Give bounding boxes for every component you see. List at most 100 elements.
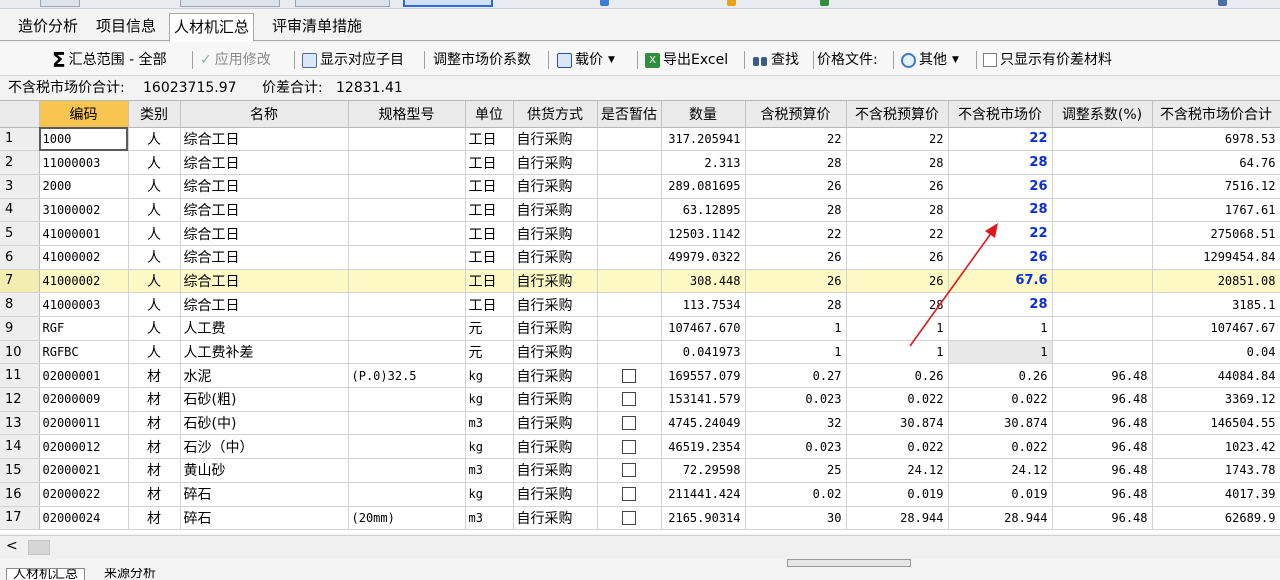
cell-unit[interactable]: 工日 — [465, 127, 514, 152]
cell-code[interactable]: 02000024 — [39, 506, 129, 531]
cell-tax-budget[interactable]: 28 — [745, 198, 847, 223]
cell-category[interactable]: 人 — [128, 316, 181, 341]
cell-spec[interactable] — [348, 292, 466, 317]
cell-code[interactable]: RGFBC — [39, 340, 129, 365]
cell-tax-budget[interactable]: 32 — [745, 411, 847, 436]
row-number[interactable]: 16 — [0, 482, 40, 507]
cell-category[interactable]: 材 — [128, 434, 181, 460]
load-price-button[interactable]: 载价 ▼ — [557, 49, 615, 71]
cell-adjust-coef[interactable]: 96.48 — [1052, 482, 1153, 507]
cell-adjust-coef[interactable] — [1052, 340, 1153, 365]
tab-cost-analysis[interactable]: 造价分析 — [14, 13, 82, 41]
cell-provisional[interactable] — [597, 127, 662, 152]
cell-spec[interactable] — [348, 387, 466, 412]
cell-tax-budget[interactable]: 22 — [745, 221, 847, 246]
cell-category[interactable]: 材 — [128, 411, 181, 436]
cell-supply[interactable]: 自行采购 — [513, 221, 598, 246]
cell-market-price[interactable]: 26 — [948, 174, 1053, 199]
table-row[interactable]: 13 02000011 材石砂(中) m3 自行采购 4745.24049 32 30.874… — [0, 411, 1280, 436]
table-row[interactable]: 4 31000002 人综合工日 工日 自行采购 63.12895 28 28 28 1767.6… — [0, 198, 1280, 223]
cell-supply[interactable]: 自行采购 — [513, 458, 598, 483]
cell-tax-budget[interactable]: 28 — [745, 292, 847, 317]
cell-supply[interactable]: 自行采购 — [513, 340, 598, 365]
cell-category[interactable]: 人 — [128, 269, 181, 294]
cell-unit[interactable]: 工日 — [465, 221, 514, 246]
cell-provisional[interactable] — [597, 292, 662, 317]
row-number[interactable]: 4 — [0, 198, 40, 223]
cell-provisional[interactable] — [597, 150, 662, 175]
cell-tax-budget[interactable]: 0.023 — [745, 434, 847, 460]
cell-market-total[interactable]: 1743.78 — [1152, 458, 1280, 483]
column-header-category[interactable]: 类别 — [128, 101, 181, 128]
cell-provisional[interactable] — [597, 269, 662, 294]
cell-category[interactable]: 材 — [128, 363, 181, 389]
cell-market-total[interactable]: 7516.12 — [1152, 174, 1280, 199]
table-row[interactable]: 7 41000002 人综合工日 工日 自行采购 308.448 26 26 67.6 20851… — [0, 269, 1280, 294]
scroll-left-icon[interactable]: < — [6, 538, 18, 554]
column-header-notax-budget[interactable]: 不含税预算价 — [846, 101, 949, 128]
cell-adjust-coef[interactable] — [1052, 245, 1153, 270]
cell-provisional[interactable] — [597, 340, 662, 365]
cell-code[interactable]: 02000001 — [39, 363, 129, 389]
provisional-checkbox[interactable] — [622, 487, 636, 502]
cell-category[interactable]: 人 — [128, 150, 181, 175]
cell-tax-budget[interactable]: 0.27 — [745, 363, 847, 389]
cell-unit[interactable]: 工日 — [465, 150, 514, 175]
column-header-supply[interactable]: 供货方式 — [513, 101, 598, 128]
cell-market-price[interactable]: 28 — [948, 198, 1053, 223]
cell-category[interactable]: 人 — [128, 292, 181, 317]
cell-quantity[interactable]: 72.29598 — [661, 458, 746, 483]
cell-name[interactable]: 综合工日 — [180, 198, 349, 223]
cell-provisional[interactable] — [597, 363, 662, 389]
cell-market-total[interactable]: 20851.08 — [1152, 269, 1280, 294]
cell-notax-budget[interactable]: 26 — [846, 245, 949, 270]
cell-market-price[interactable]: 22 — [948, 127, 1053, 152]
row-number[interactable]: 10 — [0, 340, 40, 365]
cell-market-price[interactable]: 30.874 — [948, 411, 1053, 436]
show-sub-items-button[interactable]: 显示对应子目 — [302, 49, 404, 71]
cell-adjust-coef[interactable] — [1052, 269, 1153, 294]
cell-supply[interactable]: 自行采购 — [513, 245, 598, 270]
row-number[interactable]: 15 — [0, 458, 40, 483]
cell-supply[interactable]: 自行采购 — [513, 316, 598, 341]
cell-category[interactable]: 人 — [128, 198, 181, 223]
cell-market-price[interactable]: 0.022 — [948, 387, 1053, 412]
table-row[interactable]: 9 RGF 人人工费元自行采购 107467.670 1 1 1 107467.67 — [0, 316, 1280, 341]
cell-market-price[interactable]: 1 — [948, 340, 1053, 365]
cell-code[interactable]: 41000002 — [39, 245, 129, 270]
cell-market-total[interactable]: 3185.1 — [1152, 292, 1280, 317]
cell-market-price[interactable]: 28 — [948, 150, 1053, 175]
cell-adjust-coef[interactable] — [1052, 221, 1153, 246]
cell-notax-budget[interactable]: 22 — [846, 221, 949, 246]
cell-adjust-coef[interactable] — [1052, 316, 1153, 341]
cell-category[interactable]: 材 — [128, 458, 181, 483]
cell-supply[interactable]: 自行采购 — [513, 363, 598, 389]
cell-provisional[interactable] — [597, 221, 662, 246]
bottom-tab-resource-summary[interactable]: 人材机汇总 — [6, 568, 86, 580]
cell-notax-budget[interactable]: 30.874 — [846, 411, 949, 436]
cell-quantity[interactable]: 49979.0322 — [661, 245, 746, 270]
cell-quantity[interactable]: 317.205941 — [661, 127, 746, 152]
cell-code[interactable]: 02000011 — [39, 411, 129, 436]
cell-unit[interactable]: 元 — [465, 316, 514, 341]
cell-name[interactable]: 碎石 — [180, 506, 349, 531]
cell-notax-budget[interactable]: 1 — [846, 316, 949, 341]
cell-name[interactable]: 人工费补差 — [180, 340, 349, 365]
provisional-checkbox[interactable] — [622, 463, 636, 478]
cell-supply[interactable]: 自行采购 — [513, 434, 598, 460]
cell-code[interactable]: 41000001 — [39, 221, 129, 246]
cell-code[interactable]: 2000 — [39, 174, 129, 199]
cell-adjust-coef[interactable]: 96.48 — [1052, 506, 1153, 531]
cell-provisional[interactable] — [597, 482, 662, 507]
cell-quantity[interactable]: 211441.424 — [661, 482, 746, 507]
cell-market-price[interactable]: 28 — [948, 292, 1053, 317]
cell-market-price[interactable]: 26 — [948, 245, 1053, 270]
cell-code[interactable]: 31000002 — [39, 198, 129, 223]
cell-unit[interactable]: 元 — [465, 340, 514, 365]
cell-provisional[interactable] — [597, 434, 662, 460]
cell-supply[interactable]: 自行采购 — [513, 150, 598, 175]
table-row[interactable]: 11 02000001 材水泥 (P.0)32.5 kg 自行采购 169557.079 0.… — [0, 363, 1280, 389]
cell-supply[interactable]: 自行采购 — [513, 174, 598, 199]
cell-spec[interactable] — [348, 198, 466, 223]
cell-quantity[interactable]: 63.12895 — [661, 198, 746, 223]
